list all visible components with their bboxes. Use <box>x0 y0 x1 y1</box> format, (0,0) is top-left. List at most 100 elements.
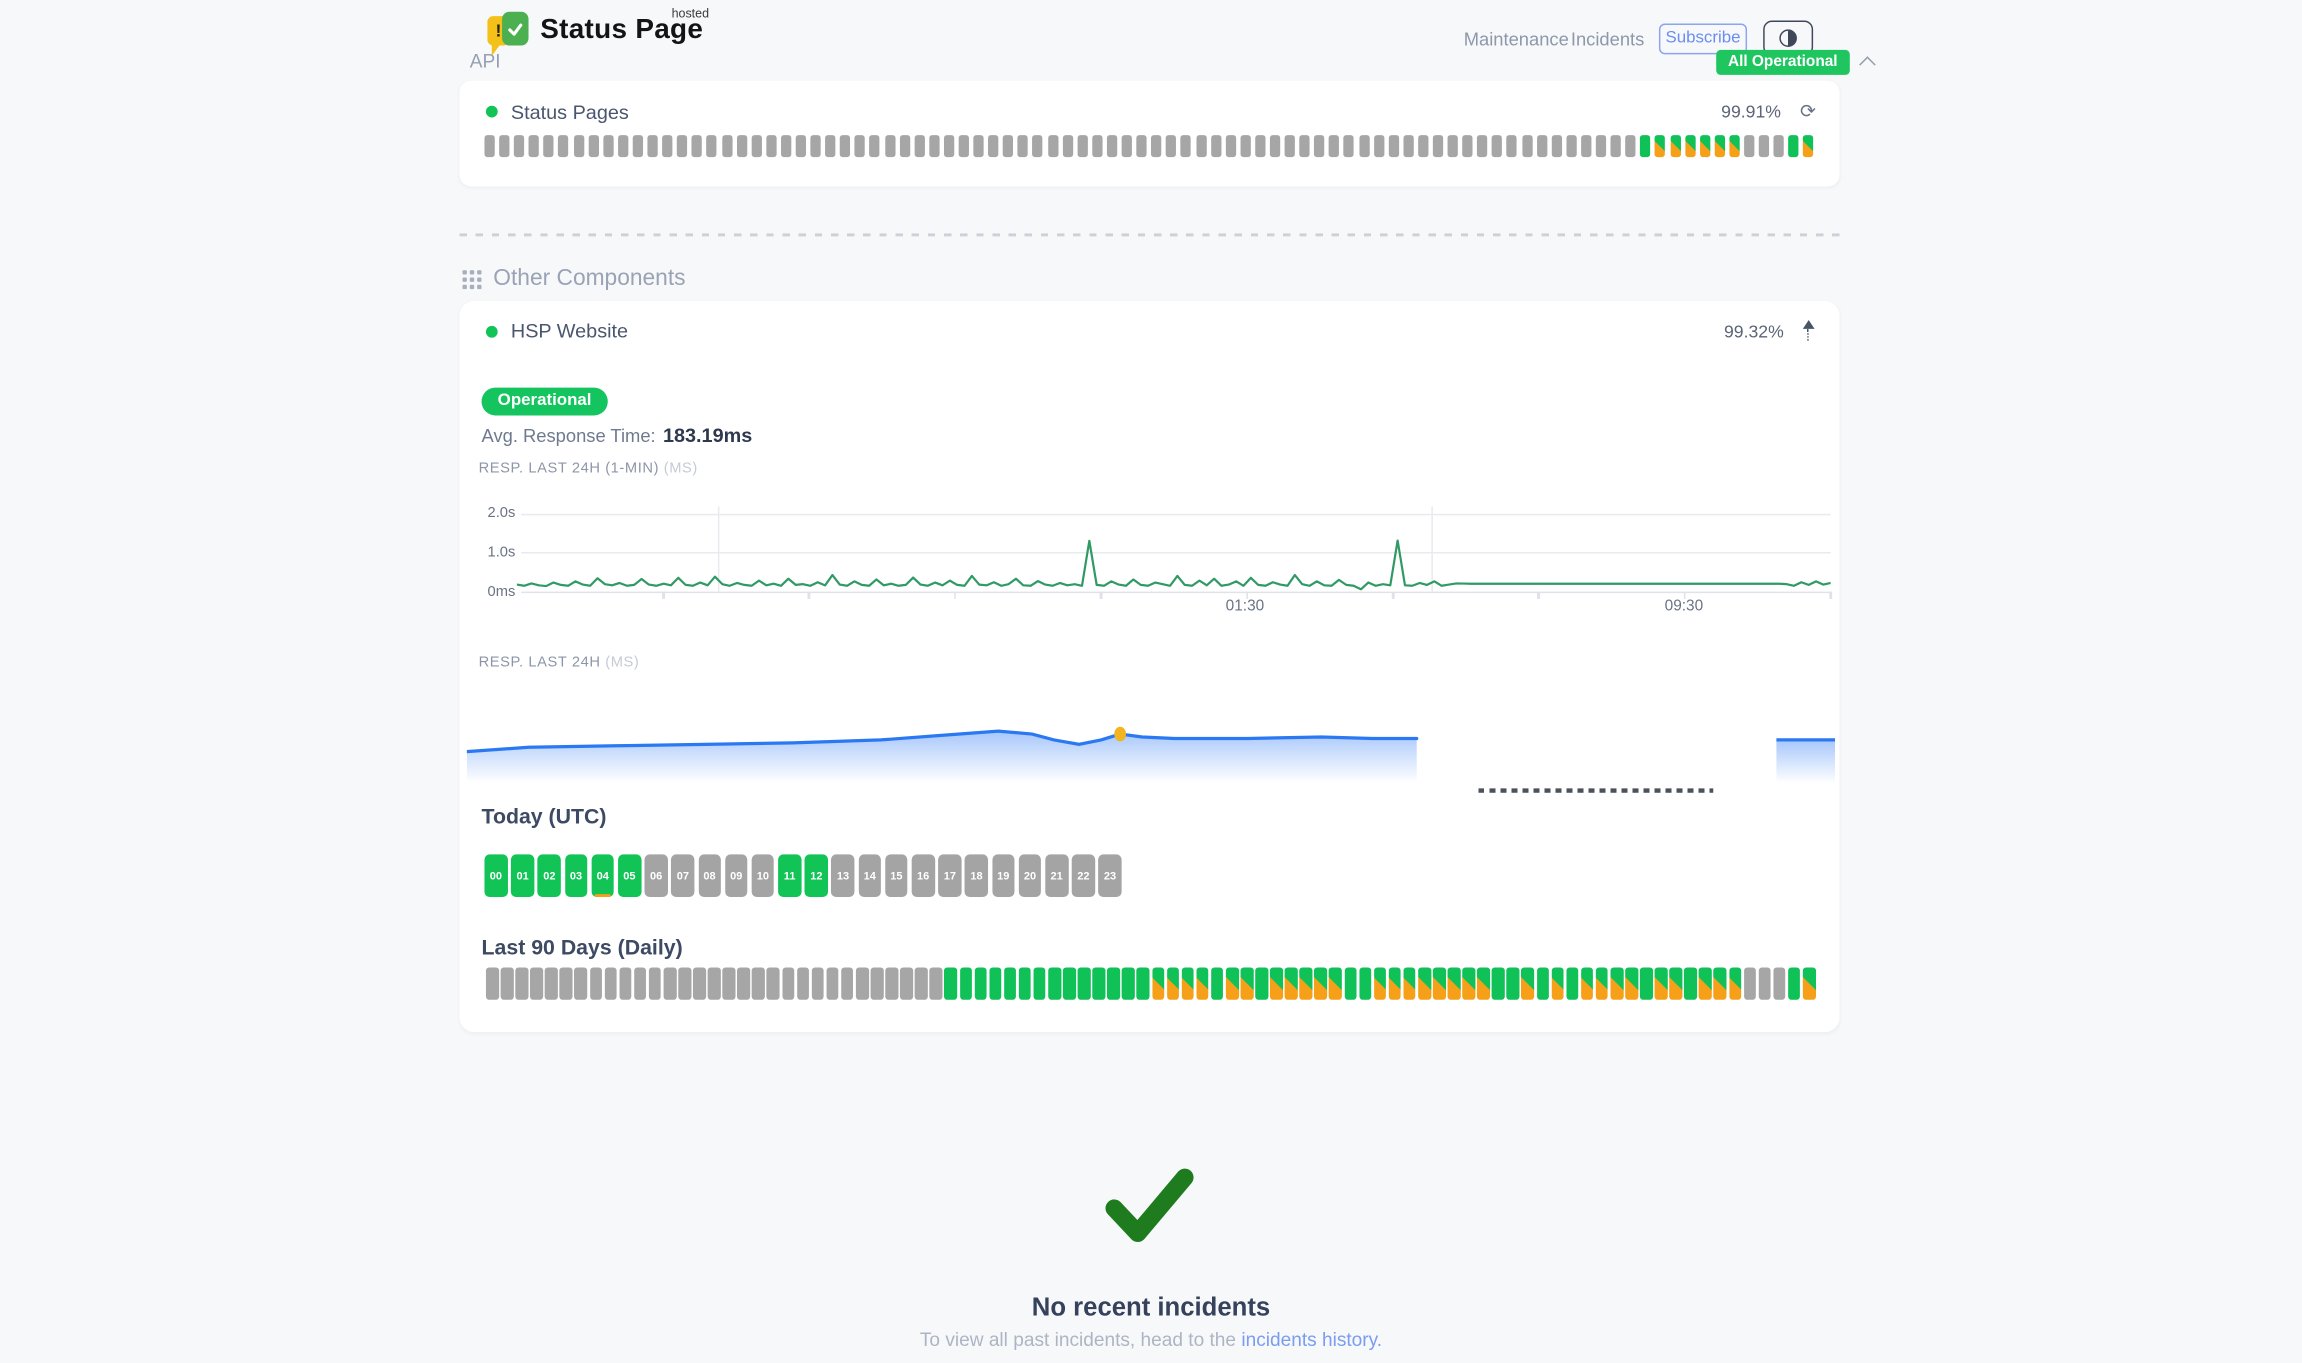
hour-block-22: 22 <box>1072 854 1095 896</box>
uptime-block <box>1225 135 1235 157</box>
today-heading: Today (UTC) <box>482 806 607 829</box>
uptime-block <box>1700 135 1710 157</box>
section-divider <box>460 233 1840 235</box>
incidents-history-link[interactable]: incidents history. <box>1241 1329 1382 1351</box>
grid-icon <box>462 269 481 288</box>
uptime-block <box>662 135 672 157</box>
uptime-block <box>514 135 524 157</box>
uptime-percentage: 99.91% <box>1721 101 1781 122</box>
uptime-block <box>1211 135 1221 157</box>
uptime-block <box>678 967 691 999</box>
uptime-block <box>484 135 494 157</box>
hour-block-15: 15 <box>885 854 908 896</box>
uptime-block <box>1477 135 1487 157</box>
uptime-block <box>767 967 780 999</box>
status-badge: Operational <box>482 388 608 416</box>
subtitle-text: To view all past incidents, head to the <box>920 1329 1241 1351</box>
uptime-block <box>1137 967 1150 999</box>
uptime-block <box>693 967 706 999</box>
brand-superscript: hosted <box>672 6 709 21</box>
uptime-block <box>1107 135 1117 157</box>
section-title-api: API <box>470 50 501 72</box>
chart-title-resp-24h: RESP. LAST 24H (MS) <box>479 655 640 671</box>
uptime-block <box>1744 967 1757 999</box>
hour-block-03: 03 <box>565 854 588 896</box>
uptime-block <box>1610 967 1623 999</box>
uptime-block <box>1211 967 1224 999</box>
uptime-block <box>647 135 657 157</box>
overall-status-badge[interactable]: All Operational <box>1716 49 1849 74</box>
uptime-block <box>1596 967 1609 999</box>
uptime-block <box>885 967 898 999</box>
check-icon <box>1104 1167 1195 1246</box>
uptime-block <box>1092 135 1102 157</box>
uptime-block <box>841 967 854 999</box>
uptime-block <box>1581 967 1594 999</box>
response-time-chart: 2.0s 1.0s 0ms 01:30 09:30 <box>477 501 1831 642</box>
brand-logo[interactable]: ! hosted Status Page <box>487 10 703 54</box>
uptime-block <box>1551 967 1564 999</box>
uptime-block <box>603 135 613 157</box>
hour-block-09: 09 <box>725 854 748 896</box>
uptime-block <box>914 135 924 157</box>
uptime-block <box>1566 967 1579 999</box>
uptime-block <box>1196 135 1206 157</box>
uptime-block <box>1463 135 1473 157</box>
uptime-block <box>1003 135 1013 157</box>
uptime-block <box>1729 967 1742 999</box>
uptime-block <box>1299 135 1309 157</box>
uptime-block <box>1537 135 1547 157</box>
uptime-block <box>782 967 795 999</box>
uptime-block <box>590 967 603 999</box>
chart-title-resp-1min: RESP. LAST 24H (1-MIN) (MS) <box>479 461 698 477</box>
uptime-block <box>516 967 529 999</box>
uptime-block <box>573 135 583 157</box>
component-name: Status Pages <box>511 101 629 123</box>
no-incidents-subtitle: To view all past incidents, head to the … <box>0 1329 2302 1351</box>
uptime-block <box>1359 135 1369 157</box>
uptime-block <box>1655 135 1665 157</box>
uptime-block <box>1655 967 1668 999</box>
uptime-block <box>1152 967 1165 999</box>
uptime-block <box>752 967 765 999</box>
uptime-block <box>1433 135 1443 157</box>
uptime-block <box>885 135 895 157</box>
uptime-block <box>1004 967 1017 999</box>
uptime-block <box>751 135 761 157</box>
hour-block-16: 16 <box>912 854 935 896</box>
uptime-block <box>1596 135 1606 157</box>
theme-icon <box>1779 29 1797 47</box>
chevron-up-icon[interactable] <box>1859 56 1876 73</box>
uptime-block <box>1448 967 1461 999</box>
refresh-icon[interactable]: ⟳ <box>1800 100 1816 123</box>
uptime-block <box>544 135 554 157</box>
uptime-block <box>604 967 617 999</box>
nav-incidents[interactable]: Incidents <box>1571 29 1644 50</box>
uptime-block <box>619 967 632 999</box>
hour-block-18: 18 <box>965 854 988 896</box>
uptime-block <box>1122 135 1132 157</box>
section-title-label: Other Components <box>493 266 685 292</box>
hour-block-05: 05 <box>618 854 641 896</box>
today-hour-bar: 0001020304050607080910111213141516171819… <box>484 854 1121 896</box>
uptime-block <box>1462 967 1475 999</box>
uptime-block <box>1062 135 1072 157</box>
data-point-marker[interactable] <box>1114 727 1126 742</box>
no-incidents-title: No recent incidents <box>0 1292 2302 1323</box>
uptime-block <box>1374 135 1384 157</box>
uptime-block <box>499 135 509 157</box>
arrow-up-icon[interactable] <box>1801 320 1816 342</box>
status-dot-icon <box>486 325 498 337</box>
uptime-block <box>663 967 676 999</box>
uptime-block <box>1536 967 1549 999</box>
uptime-block <box>1418 967 1431 999</box>
uptime-block <box>529 135 539 157</box>
uptime-block <box>1255 967 1268 999</box>
uptime-block <box>1063 967 1076 999</box>
y-tick-label: 1.0s <box>477 544 515 560</box>
uptime-block <box>1033 967 1046 999</box>
component-card-hsp-website: HSP Website 99.32% Operational Avg. Resp… <box>460 301 1840 1032</box>
nav-maintenance[interactable]: Maintenance <box>1464 29 1569 50</box>
uptime-block <box>766 135 776 157</box>
hour-block-20: 20 <box>1018 854 1041 896</box>
